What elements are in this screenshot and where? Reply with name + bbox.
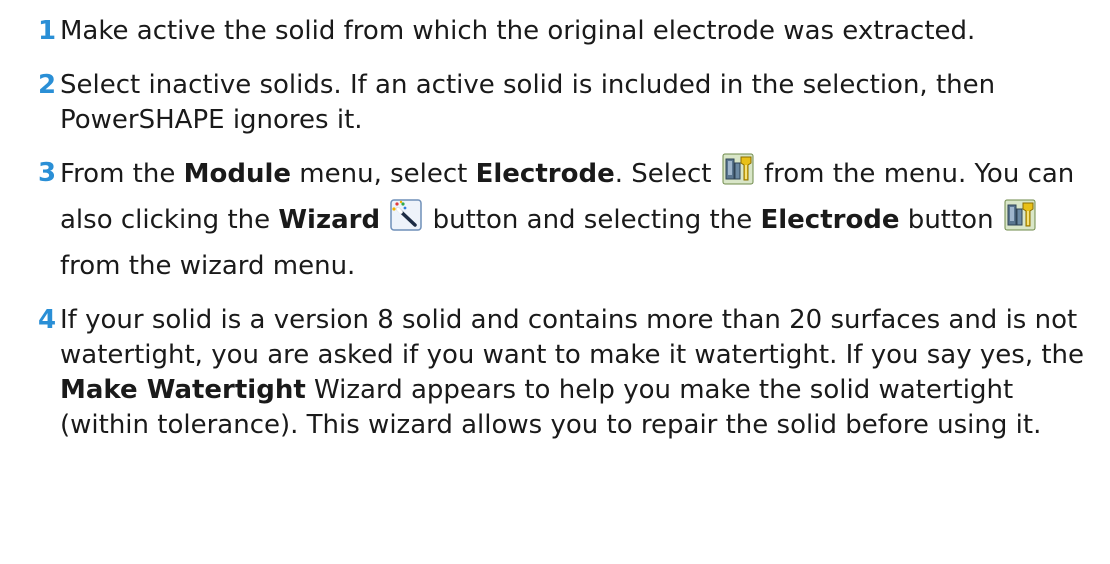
step-3: 3 From the Module menu, select Electrode… <box>38 151 1098 289</box>
step-text: Select inactive solids. If an active sol… <box>60 70 996 135</box>
step-number: 2 <box>38 70 57 100</box>
step-text-segment: If your solid is a version 8 solid and c… <box>60 305 1085 370</box>
wizard-label: Wizard <box>278 205 381 235</box>
make-watertight-label: Make Watertight <box>60 375 306 405</box>
electrode-icon <box>1004 199 1036 231</box>
step-text-segment: from the wizard menu. <box>60 251 356 281</box>
module-menu-label: Module <box>183 159 292 189</box>
step-2: 2 Select inactive solids. If an active s… <box>38 68 1098 138</box>
step-text-segment: button and selecting the <box>424 205 761 235</box>
electrode-icon <box>722 153 754 185</box>
step-text-segment: From the <box>60 159 184 189</box>
electrode-button-label: Electrode <box>760 205 900 235</box>
step-text: If your solid is a version 8 solid and c… <box>60 303 1098 443</box>
electrode-menu-label: Electrode <box>475 159 615 189</box>
step-text-segment: button <box>899 205 1002 235</box>
step-text: From the Module menu, select Electrode. … <box>60 151 1098 289</box>
wizard-wand-icon <box>390 199 423 231</box>
steps-list: 1 Make active the solid from which the o… <box>38 14 1098 462</box>
step-text-segment: . Select <box>614 159 720 189</box>
step-number: 3 <box>38 158 57 188</box>
step-number: 4 <box>38 305 57 335</box>
step-1: 1 Make active the solid from which the o… <box>38 14 1098 49</box>
step-number: 1 <box>38 16 57 46</box>
step-text: Make active the solid from which the ori… <box>60 16 976 46</box>
step-text-segment: menu, select <box>291 159 476 189</box>
step-4: 4 If your solid is a version 8 solid and… <box>38 303 1098 443</box>
